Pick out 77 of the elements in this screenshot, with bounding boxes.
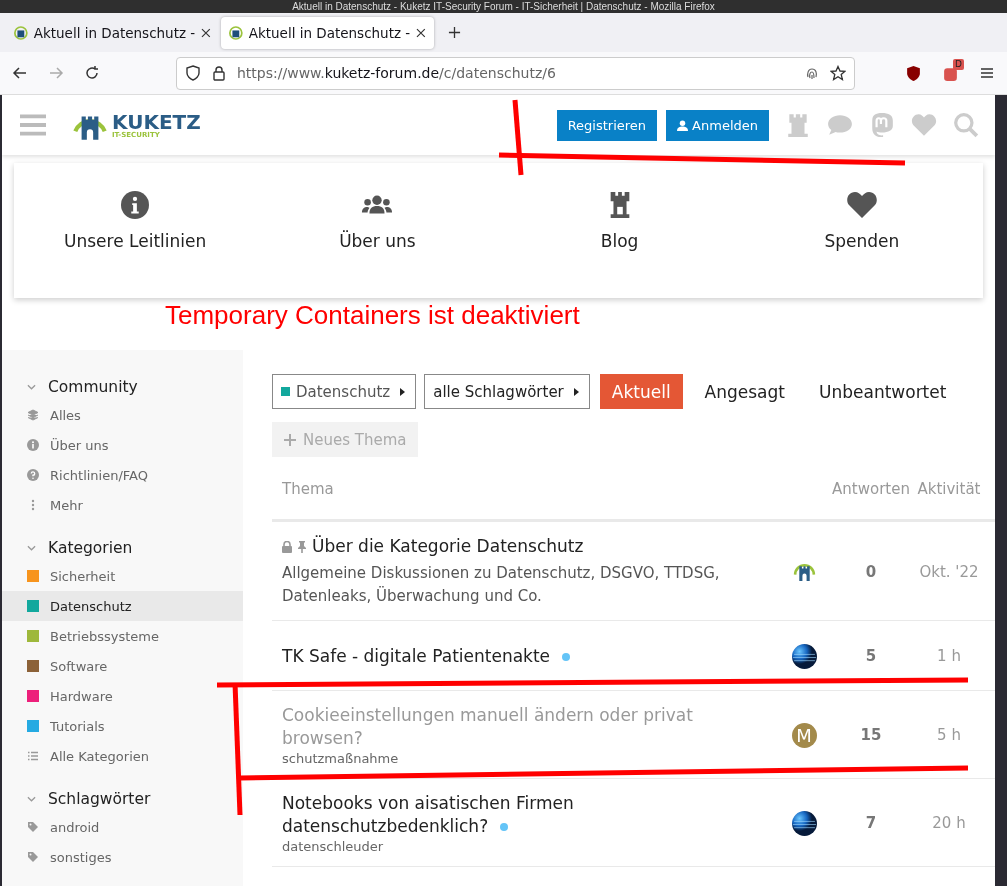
shield-extension-icon[interactable] [905, 64, 922, 82]
address-bar[interactable]: https://www.kuketz-forum.de/c/datenschutz/6 [176, 56, 855, 90]
plus-icon [284, 433, 296, 446]
menu-icon[interactable] [979, 65, 995, 81]
url-text: https://www.kuketz-forum.de/c/datenschutz/6 [237, 65, 557, 81]
info-icon[interactable] [119, 190, 152, 219]
close-icon[interactable] [201, 27, 211, 38]
column-header[interactable]: Antworten [829, 480, 913, 498]
reply-count: 0 [864, 562, 878, 581]
extension-badge: D [953, 58, 964, 70]
fingerprint-icon[interactable] [804, 65, 820, 81]
sidebar-item[interactable]: Sicherheit [2, 561, 243, 591]
topic-title[interactable]: Über die Kategorie Datenschutz [312, 535, 584, 558]
login-button[interactable]: Anmelden [666, 109, 769, 141]
browser-tab[interactable]: Aktuell in Datenschutz - [6, 16, 219, 49]
annotation-text: Temporary Containers ist deaktiviert [165, 300, 581, 332]
tag-dropdown[interactable]: alle Schlagwörter [424, 374, 590, 409]
nav-tab[interactable]: Angesagt [692, 374, 797, 409]
info-icon [27, 439, 39, 451]
activity-time[interactable]: 20 h [913, 814, 995, 832]
heart-icon[interactable] [845, 190, 878, 219]
quick-link[interactable]: Über uns [339, 230, 416, 251]
new-tab-icon[interactable] [448, 26, 461, 39]
quick-link[interactable]: Unsere Leitlinien [64, 230, 207, 251]
layers-icon [27, 409, 39, 421]
quick-link[interactable]: Spenden [824, 230, 900, 251]
tag-icon [27, 851, 39, 863]
sidebar-item[interactable]: Mehr [2, 490, 243, 520]
reply-count: 7 [864, 814, 878, 832]
quick-link[interactable]: Blog [600, 230, 639, 251]
topic-title[interactable]: Cookieeinstellungen manuell ändern oder privat browsen? [282, 704, 752, 750]
category-dropdown[interactable]: Datenschutz [272, 374, 417, 409]
avatar-globe-icon[interactable] [791, 810, 817, 836]
nav-tab[interactable]: Aktuell [599, 374, 683, 409]
topic-tag[interactable]: datenschleuder [282, 839, 779, 854]
user-icon [677, 119, 689, 131]
sidebar-item[interactable]: Über uns [2, 430, 243, 460]
lock-icon [211, 65, 227, 81]
star-icon[interactable] [830, 65, 846, 81]
topic-excerpt: Allgemeine Diskussionen zu Datenschutz, DSGVO, TTDSG, Datenleaks, Überwachung und Co. [282, 563, 721, 607]
sidebar-item[interactable]: Software [2, 651, 243, 681]
question-icon [27, 469, 39, 481]
sidebar-item[interactable]: android [2, 812, 243, 842]
sidebar-heading[interactable]: Schlagwörter [48, 790, 151, 808]
reload-icon[interactable] [84, 65, 100, 81]
sidebar-item[interactable]: Datenschutz [2, 591, 243, 621]
avatar-globe-icon[interactable] [791, 643, 817, 669]
topic-title[interactable]: TK Safe - digitale Patientenakte [282, 644, 571, 668]
sidebar-item[interactable]: sonstiges [2, 842, 243, 872]
sidebar-item[interactable]: Richtlinien/FAQ [2, 460, 243, 490]
browser-tab[interactable]: Aktuell in Datenschutz - [221, 16, 434, 49]
nav-tab[interactable]: Unbeantwortet [807, 374, 959, 409]
reply-count: 15 [859, 726, 883, 744]
window-title: Aktuell in Datenschutz - Kuketz IT-Security Forum - IT-Sicherheit | Datenschutz - Mozilla Firefox [292, 0, 715, 13]
caret-icon [573, 387, 579, 396]
sidebar-heading[interactable]: Community [48, 378, 138, 396]
register-button[interactable]: Registrieren [556, 109, 658, 141]
reply-count: 5 [864, 647, 878, 665]
topic-title[interactable]: Notebooks von aisatischen Firmen datenschutzbedenklich? [282, 792, 752, 838]
activity-time[interactable]: Okt. '22 [913, 562, 995, 581]
back-icon[interactable] [12, 65, 28, 81]
close-icon[interactable] [416, 27, 426, 38]
sidebar-item[interactable]: Alle Kategorien [2, 741, 243, 771]
tag-icon [27, 821, 39, 833]
sidebar-item[interactable]: Alles [2, 400, 243, 430]
logo-text: KUKETZ [112, 111, 201, 132]
favicon-icon [14, 25, 28, 40]
topic-tag[interactable]: schutzmaßnahme [282, 751, 779, 766]
shield-icon [185, 65, 201, 81]
favicon-icon [229, 25, 243, 40]
list-icon [27, 750, 39, 762]
caret-icon [400, 387, 406, 396]
sidebar-heading[interactable]: Kategorien [48, 539, 133, 557]
avatar[interactable]: M [791, 722, 817, 748]
sidebar-item[interactable]: Tutorials [2, 711, 243, 741]
sidebar-item[interactable]: Betriebssysteme [2, 621, 243, 651]
sidebar-item[interactable]: Hardware [2, 681, 243, 711]
